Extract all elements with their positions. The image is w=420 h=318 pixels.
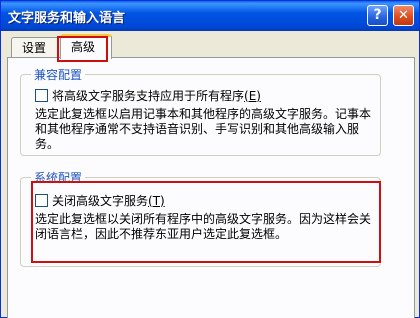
compat-checkbox-shortcut: (E) <box>244 88 261 103</box>
system-checkbox-row[interactable]: 关闭高级文字服务 (T) <box>35 192 165 209</box>
system-checkbox-shortcut: (T) <box>148 193 165 208</box>
system-description: 选定此复选框以关闭所有程序中的高级文字服务。因为这样会关闭语言栏，因此不推荐东亚… <box>35 212 372 241</box>
system-config-group: 系统配置 关闭高级文字服务 (T) 选定此复选框以关闭所有程序中的高级文字服务。… <box>20 169 381 267</box>
help-button[interactable]: ? <box>367 5 388 26</box>
tab-settings[interactable]: 设置 <box>11 37 59 58</box>
window-title: 文字服务和输入语言 <box>8 11 126 26</box>
compat-config-group: 兼容配置 将高级文字服务支持应用于所有程序 (E) 选定此复选框以启用记事本和其… <box>20 66 381 156</box>
compat-description: 选定此复选框以启用记事本和其他程序的高级文字服务。记事本和其他程序通常不支持语音… <box>35 107 372 151</box>
tab-advanced[interactable]: 高级 <box>60 34 112 59</box>
close-button[interactable]: ✕ <box>393 5 414 26</box>
system-group-legend: 系统配置 <box>31 169 86 186</box>
dialog-window: 文字服务和输入语言 ? ✕ 设置 高级 兼容配置 将高级文字服务支持应用于所有程… <box>0 0 420 318</box>
tab-strip: 设置 高级 <box>7 34 417 59</box>
disable-advanced-services-checkbox[interactable] <box>35 194 48 207</box>
system-checkbox-label[interactable]: 关闭高级文字服务 <box>52 192 148 209</box>
compat-checkbox[interactable] <box>35 89 48 102</box>
compat-checkbox-row[interactable]: 将高级文字服务支持应用于所有程序 (E) <box>35 87 261 104</box>
compat-group-legend: 兼容配置 <box>31 66 86 83</box>
compat-checkbox-label[interactable]: 将高级文字服务支持应用于所有程序 <box>52 87 244 104</box>
title-bar[interactable]: 文字服务和输入语言 ? ✕ <box>1 1 419 31</box>
